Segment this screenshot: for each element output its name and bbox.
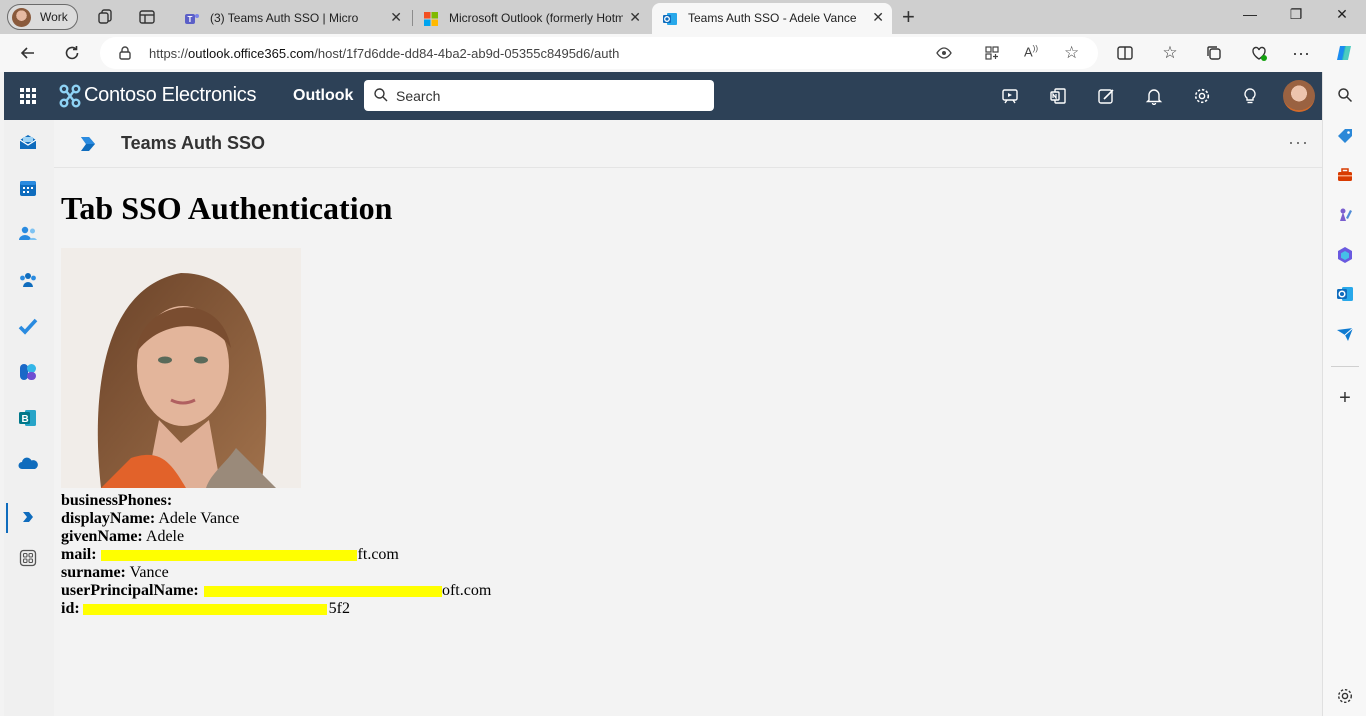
calendar-icon[interactable] (18, 178, 38, 198)
page-heading: Tab SSO Authentication (61, 190, 393, 226)
teams-favicon: T (184, 11, 200, 27)
tracking-prevention-icon[interactable] (936, 45, 952, 64)
field-display-name: displayName: Adele Vance (61, 510, 240, 527)
search-box[interactable]: Search (364, 80, 714, 111)
contoso-logo (59, 84, 81, 108)
tab-close-icon[interactable]: ✕ (872, 9, 884, 26)
address-bar[interactable]: https://outlook.office365.com/host/1f7d6… (100, 37, 1098, 69)
settings-and-more-icon[interactable]: ··· (1290, 42, 1312, 64)
shopping-icon[interactable] (1335, 126, 1355, 146)
redaction-mark (83, 604, 327, 615)
org-brand-name[interactable]: Contoso Electronics (84, 84, 256, 107)
outlook-app-rail: B (4, 120, 54, 716)
todo-icon[interactable] (18, 316, 38, 336)
field-given-name: givenName: Adele (61, 528, 185, 545)
notifications-icon[interactable] (1144, 86, 1164, 106)
outlook-favicon (662, 11, 678, 27)
tips-icon[interactable] (1240, 86, 1260, 106)
copilot-icon[interactable] (1333, 42, 1355, 64)
sidebar-settings-icon[interactable] (1335, 686, 1355, 706)
onenote-icon[interactable] (1048, 86, 1068, 106)
app-title: Teams Auth SSO (121, 133, 266, 153)
tab-teams-auth-sso-outlook[interactable]: Teams Auth SSO - Adele Vance - Outlook ✕ (652, 3, 892, 34)
field-id: id: 5f2 (61, 600, 350, 617)
browser-toolbar: https://outlook.office365.com/host/1f7d6… (0, 34, 1366, 72)
workspaces-icon[interactable] (96, 8, 114, 26)
mail-icon[interactable] (18, 132, 38, 152)
svg-text:B: B (22, 414, 29, 425)
tab-teams-auth-sso[interactable]: T (3) Teams Auth SSO | Microsoft Teams ✕ (174, 3, 410, 34)
games-icon[interactable] (1335, 205, 1355, 225)
tab-content: Tab SSO Authentication businessPhones: d… (54, 168, 1322, 716)
account-avatar[interactable] (1283, 80, 1315, 112)
browser-tab-strip: Work T (3) Teams Auth SSO | Microsoft Te… (0, 0, 1366, 34)
search-placeholder: Search (396, 88, 441, 104)
search-icon (373, 87, 389, 103)
profile-label: Work (40, 10, 68, 24)
back-icon[interactable] (17, 42, 39, 64)
sidebar-divider (1331, 366, 1359, 367)
profile-button[interactable]: Work (7, 4, 78, 30)
more-apps-icon[interactable] (18, 548, 38, 568)
outlook-header: Contoso Electronics Outlook Search (4, 72, 1322, 120)
profile-avatar (12, 8, 31, 27)
microsoft365-icon[interactable] (18, 362, 38, 382)
close-window-icon[interactable]: ✕ (1332, 6, 1352, 23)
copilot-icon[interactable] (1335, 245, 1355, 265)
user-photo (61, 248, 301, 488)
field-mail: mail: ft.com (61, 546, 399, 563)
teams-auth-app-icon[interactable] (18, 507, 38, 527)
drop-icon[interactable] (1335, 324, 1355, 344)
refresh-icon[interactable] (61, 42, 83, 64)
tab-title: (3) Teams Auth SSO | Microsoft Teams (210, 11, 358, 25)
tab-title: Teams Auth SSO - Adele Vance - Outlook (688, 11, 858, 25)
redaction-mark (204, 586, 442, 597)
redaction-mark (101, 550, 357, 561)
tab-close-icon[interactable]: ✕ (390, 9, 402, 26)
my-day-icon[interactable] (1096, 86, 1116, 106)
search-icon[interactable] (1335, 85, 1355, 105)
tab-close-icon[interactable]: ✕ (629, 9, 641, 26)
url-text: https://outlook.office365.com/host/1f7d6… (149, 46, 620, 61)
edge-sidebar: + (1322, 72, 1366, 716)
minimize-icon[interactable]: — (1240, 6, 1260, 22)
selected-indicator (6, 503, 8, 533)
app-launcher-icon[interactable] (20, 88, 36, 104)
microsoft-favicon (423, 11, 439, 27)
field-business-phones: businessPhones: (61, 492, 173, 509)
tools-icon[interactable] (1335, 165, 1355, 185)
lock-icon[interactable] (117, 45, 133, 64)
field-surname: surname: Vance (61, 564, 169, 581)
teams-auth-app-icon (80, 136, 97, 152)
new-tab-button[interactable]: + (902, 4, 915, 30)
field-user-principal-name: userPrincipalName: soft.com (61, 582, 492, 599)
app-name[interactable]: Outlook (293, 87, 353, 105)
groups-icon[interactable] (18, 270, 38, 290)
split-screen-icon[interactable] (1114, 42, 1136, 64)
onedrive-icon[interactable] (18, 454, 38, 474)
add-icon[interactable]: + (1335, 387, 1355, 409)
app-available-icon[interactable] (984, 45, 1000, 64)
meet-now-icon[interactable] (1000, 86, 1020, 106)
tab-microsoft-outlook[interactable]: Microsoft Outlook (formerly Hotmail) ✕ (413, 3, 649, 34)
bookings-icon[interactable]: B (18, 408, 38, 428)
outlook-icon[interactable] (1335, 284, 1355, 304)
tab-actions-icon[interactable] (138, 8, 156, 26)
collections-icon[interactable] (1203, 42, 1225, 64)
settings-icon[interactable] (1192, 86, 1212, 106)
favorite-star-icon[interactable]: ☆ (1064, 43, 1079, 63)
svg-text:T: T (188, 15, 193, 24)
user-profile-fields: businessPhones: displayName: Adele Vance… (61, 492, 491, 618)
browser-essentials-icon[interactable] (1248, 42, 1270, 64)
app-title-bar: Teams Auth SSO ··· (54, 120, 1322, 168)
restore-icon[interactable]: ❐ (1286, 6, 1306, 23)
people-icon[interactable] (18, 224, 38, 244)
tab-title: Microsoft Outlook (formerly Hotmail) (449, 11, 623, 25)
more-options-button[interactable]: ··· (1288, 132, 1309, 153)
read-aloud-icon[interactable]: A)) (1024, 44, 1038, 59)
favorites-icon[interactable]: ☆ (1159, 42, 1181, 64)
